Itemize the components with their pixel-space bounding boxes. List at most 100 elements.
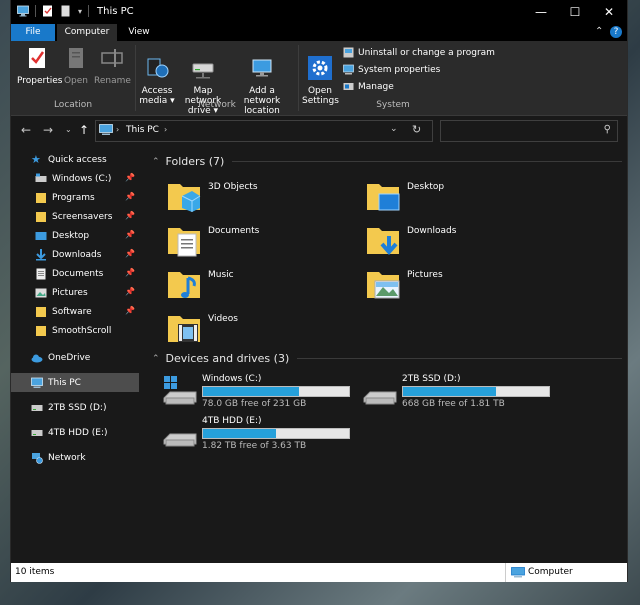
refresh-icon[interactable]: ↻ [412, 123, 421, 136]
close-button[interactable]: ✕ [592, 0, 626, 24]
nav-item-pictures[interactable]: Pictures 📌 [11, 283, 139, 302]
folder-music[interactable]: Music [166, 266, 234, 302]
drive-free-space: 1.82 TB free of 3.63 TB [202, 441, 307, 451]
manage-button[interactable]: Manage [343, 81, 394, 92]
folder-icon [36, 192, 46, 203]
manage-label: Manage [358, 81, 394, 92]
status-computer-label: Computer [528, 567, 573, 577]
nav-item-label: Windows (C:) [52, 173, 112, 184]
drive-info: 2TB SSD (D:) 668 GB free of 1.81 TB [402, 374, 552, 409]
nav-item-windows-c[interactable]: Windows (C:) 📌 [11, 169, 139, 188]
open-button[interactable]: Open [61, 46, 91, 86]
rename-button[interactable]: Rename [94, 46, 131, 86]
folders-section-header[interactable]: ⌃ Folders (7) [152, 155, 622, 168]
group-location-label: Location [53, 100, 93, 110]
nav-quick-access[interactable]: ★ Quick access [11, 150, 139, 169]
nav-hdd-e[interactable]: 4TB HDD (E:) [11, 423, 139, 442]
recent-locations-chevron-icon[interactable]: ⌄ [65, 125, 72, 134]
nav-this-pc-label: This PC [48, 377, 81, 388]
maximize-button[interactable]: ☐ [558, 0, 592, 24]
star-icon: ★ [31, 152, 41, 166]
pin-icon[interactable]: 📌 [125, 230, 135, 239]
nav-ssd-label: 2TB SSD (D:) [48, 402, 107, 413]
computer-icon[interactable] [17, 5, 29, 17]
new-folder-icon[interactable] [60, 5, 72, 17]
nav-onedrive[interactable]: OneDrive [11, 348, 139, 367]
nav-network-label: Network [48, 452, 86, 463]
minimize-button[interactable]: — [524, 0, 558, 24]
customize-qat-icon[interactable]: ▾ [78, 7, 82, 16]
folder-downloads[interactable]: Downloads [365, 222, 456, 258]
pin-icon[interactable]: 📌 [125, 287, 135, 296]
tab-computer[interactable]: Computer [57, 24, 117, 41]
folder-label: Videos [208, 314, 238, 324]
navigation-pane: ★ Quick access Windows (C:) 📌 Programs 📌… [11, 150, 139, 467]
back-arrow-icon[interactable]: ← [21, 123, 31, 137]
uninstall-button[interactable]: Uninstall or change a program [343, 47, 495, 58]
address-bar[interactable]: › This PC › ⌄ ↻ [95, 120, 433, 142]
properties-button[interactable]: Properties [17, 46, 62, 86]
tab-file[interactable]: File [11, 24, 55, 41]
devices-header-label: Devices and drives (3) [165, 352, 290, 365]
breadcrumb-separator-icon[interactable]: › [164, 125, 167, 134]
collapse-ribbon-icon[interactable]: ⌃ [595, 26, 603, 37]
folder-pictures[interactable]: Pictures [365, 266, 443, 302]
breadcrumb-separator-icon[interactable]: › [116, 125, 119, 134]
up-arrow-icon[interactable]: ↑ [79, 123, 89, 137]
folder-videos[interactable]: Videos [166, 310, 238, 346]
properties-check-icon[interactable] [42, 5, 54, 17]
nav-this-pc[interactable]: This PC [11, 373, 139, 392]
status-bar: 10 items Computer [11, 563, 627, 582]
properties-icon [29, 48, 45, 68]
pin-icon[interactable]: 📌 [125, 306, 135, 315]
system-properties-button[interactable]: System properties [343, 64, 440, 75]
folder-label: 3D Objects [208, 182, 258, 192]
add-network-location-icon [252, 59, 272, 77]
folder-desktop[interactable]: Desktop [365, 178, 444, 214]
download-arrow-icon [36, 248, 46, 260]
pin-icon[interactable]: 📌 [125, 249, 135, 258]
drive-icon [31, 429, 43, 436]
nav-item-downloads[interactable]: Downloads 📌 [11, 245, 139, 264]
pin-icon[interactable]: 📌 [125, 173, 135, 182]
nav-ssd-d[interactable]: 2TB SSD (D:) [11, 398, 139, 417]
folder-3d-objects[interactable]: 3D Objects [166, 178, 258, 214]
pin-icon[interactable]: 📌 [125, 211, 135, 220]
nav-item-programs[interactable]: Programs 📌 [11, 188, 139, 207]
search-icon[interactable]: ⚲ [604, 124, 611, 135]
group-network-label: Network [198, 100, 236, 110]
address-dropdown-icon[interactable]: ⌄ [390, 124, 398, 134]
section-divider [297, 358, 622, 359]
status-item-count: 10 items [15, 567, 55, 577]
collapse-chevron-icon[interactable]: ⌃ [152, 354, 160, 364]
tab-view[interactable]: View [117, 24, 161, 41]
rename-label: Rename [94, 76, 131, 86]
nav-network[interactable]: Network [11, 448, 139, 467]
open-settings-button[interactable]: Open Settings [302, 46, 339, 106]
pin-icon[interactable]: 📌 [125, 268, 135, 277]
folder-label: Desktop [407, 182, 445, 192]
nav-item-screensavers[interactable]: Screensavers 📌 [11, 207, 139, 226]
folder-documents[interactable]: Documents [166, 222, 259, 258]
qat-divider [35, 5, 36, 17]
nav-item-desktop[interactable]: Desktop 📌 [11, 226, 139, 245]
search-box[interactable]: ⚲ [440, 120, 618, 142]
documents-icon [36, 268, 46, 279]
folder-icon [36, 211, 46, 222]
access-media-button[interactable]: Access media ▾ [139, 46, 175, 106]
nav-item-smoothscroll[interactable]: SmoothScroll [11, 321, 139, 340]
help-icon[interactable]: ? [610, 26, 622, 38]
nav-item-software[interactable]: Software 📌 [11, 302, 139, 321]
pin-icon[interactable]: 📌 [125, 192, 135, 201]
drive-icon [163, 433, 197, 447]
section-divider [232, 161, 622, 162]
folder-label: Pictures [407, 270, 443, 280]
drive-usage-fill [203, 387, 300, 396]
drive-usage-fill [403, 387, 497, 396]
devices-section-header[interactable]: ⌃ Devices and drives (3) [152, 352, 622, 365]
forward-arrow-icon[interactable]: → [43, 123, 53, 137]
breadcrumb-this-pc[interactable]: This PC [126, 125, 159, 135]
nav-item-documents[interactable]: Documents 📌 [11, 264, 139, 283]
collapse-chevron-icon[interactable]: ⌃ [152, 157, 160, 167]
window-title: This PC [97, 6, 134, 17]
